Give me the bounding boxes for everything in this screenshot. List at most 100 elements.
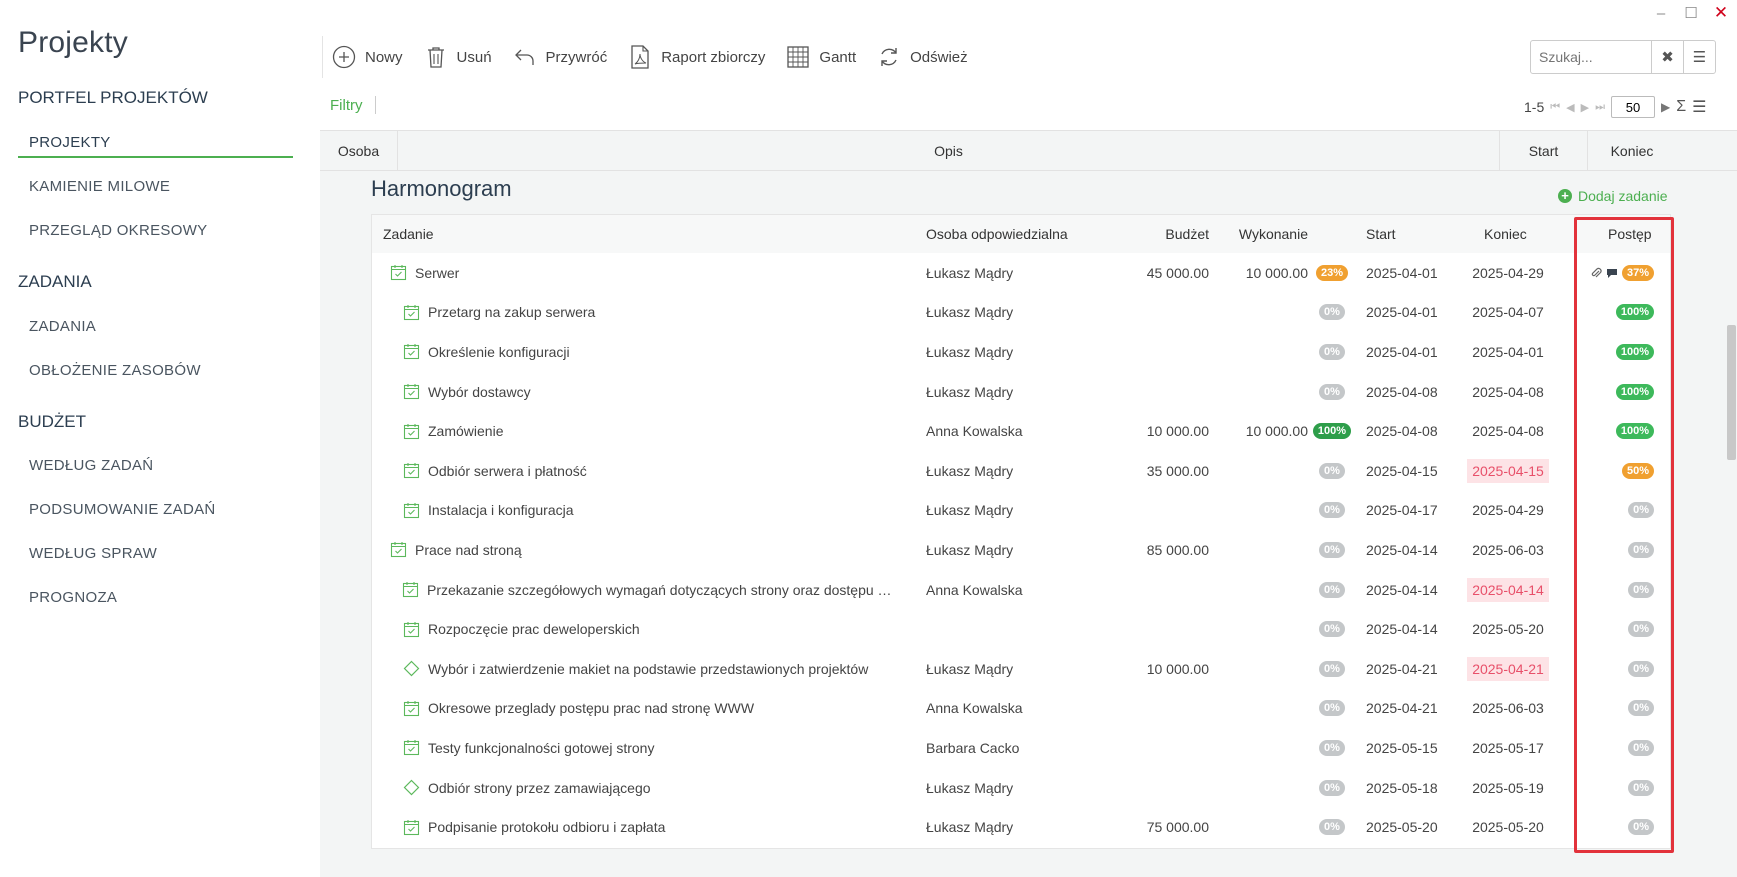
task-name-cell[interactable]: Okresowe przeglady postępu prac nad stro… — [402, 689, 754, 729]
comment-icon[interactable] — [1606, 267, 1618, 279]
page-size-input[interactable] — [1610, 96, 1655, 118]
budget-value — [1138, 372, 1209, 412]
col-task[interactable]: Zadanie — [383, 215, 434, 253]
minimize-icon[interactable]: – — [1653, 5, 1669, 22]
table-row[interactable]: Wybór i zatwierdzenie makiet na podstawi… — [372, 649, 1670, 689]
sidebar-item-task-summary[interactable]: PODSUMOWANIE ZADAŃ — [18, 495, 293, 525]
task-name-cell[interactable]: Instalacja i konfiguracja — [402, 491, 574, 531]
task-name-cell[interactable]: Podpisanie protokołu odbioru i zapłata — [402, 807, 665, 847]
budget-value: 10 000.00 — [1146, 660, 1209, 677]
sidebar-item-forecast[interactable]: PROGNOZA — [18, 583, 293, 613]
task-name-cell[interactable]: Zamówienie — [402, 411, 503, 451]
table-row[interactable]: Serwer Łukasz Mądry 45 000.00 10 000.00 23% 2… — [372, 253, 1670, 293]
summary-report-button[interactable]: Raport zbiorczy — [627, 44, 765, 70]
gantt-button[interactable]: Gantt — [785, 44, 856, 70]
col-person[interactable]: Osoba — [320, 131, 398, 171]
progress-cell: 0% — [1532, 728, 1654, 768]
task-name-cell[interactable]: Określenie konfiguracji — [402, 332, 570, 372]
delete-button[interactable]: Usuń — [423, 44, 492, 70]
calendar-check-icon — [402, 383, 420, 401]
task-name: Prace nad stroną — [415, 541, 522, 558]
pdf-file-icon — [627, 44, 653, 70]
budget-value: 85 000.00 — [1146, 541, 1209, 558]
table-row[interactable]: Określenie konfiguracji Łukasz Mądry 0% 202… — [372, 332, 1670, 372]
task-name-cell[interactable]: Testy funkcjonalności gotowej strony — [402, 728, 654, 768]
col-progress[interactable]: Postęp — [1608, 215, 1652, 253]
budget-value — [1138, 768, 1209, 808]
task-name-cell[interactable]: Prace nad stroną — [389, 530, 522, 570]
progress-badge: 0% — [1628, 660, 1654, 677]
task-name-cell[interactable]: Serwer — [389, 253, 459, 293]
close-icon[interactable]: ✕ — [1713, 3, 1729, 22]
refresh-button[interactable]: Odśwież — [876, 44, 968, 70]
harmonogram-header: Zadanie Osoba odpowiedzialna Budżet Wyko… — [372, 215, 1670, 253]
task-name: Określenie konfiguracji — [428, 343, 570, 360]
table-row[interactable]: Podpisanie protokołu odbioru i zapłata Łu… — [372, 807, 1670, 847]
col-end[interactable]: Koniec — [1484, 215, 1527, 253]
first-page-icon[interactable]: ⏮ — [1550, 101, 1560, 114]
execution-percent-badge: 0% — [1319, 779, 1345, 796]
task-name-cell[interactable]: Przekazanie szczegółowych wymagań dotycz… — [402, 570, 892, 610]
add-task-button[interactable]: + Dodaj zadanie — [1558, 188, 1668, 204]
task-name-cell[interactable]: Przetarg na zakup serwera — [402, 293, 595, 333]
task-name-cell[interactable]: Odbiór serwera i płatność — [402, 451, 587, 491]
add-circle-icon: + — [1558, 189, 1572, 203]
task-name-cell[interactable]: Wybór dostawcy — [402, 372, 531, 412]
col-execution[interactable]: Wykonanie — [1222, 215, 1308, 253]
sidebar-item-by-cases[interactable]: WEDŁUG SPRAW — [18, 539, 293, 569]
columns-menu-icon[interactable]: ☰ — [1692, 97, 1706, 117]
sidebar-item-milestones[interactable]: KAMIENIE MILOWE — [18, 172, 293, 202]
filters-link[interactable]: Filtry — [330, 97, 363, 114]
prev-page-icon[interactable]: ◀ — [1566, 101, 1574, 114]
last-page-icon[interactable]: ⏭ — [1595, 101, 1605, 114]
clear-search-icon[interactable]: ✖ — [1651, 41, 1683, 73]
sum-icon[interactable]: Σ — [1676, 98, 1686, 116]
sidebar-item-tasks[interactable]: ZADANIA — [18, 312, 293, 342]
maximize-icon[interactable]: ☐ — [1683, 5, 1699, 22]
vertical-scrollbar[interactable] — [1727, 325, 1736, 460]
budget-value: 75 000.00 — [1146, 819, 1209, 836]
progress-cell: 37% — [1532, 253, 1654, 293]
table-row[interactable]: Odbiór serwera i płatność Łukasz Mądry 35 … — [372, 451, 1670, 491]
execution-percent-badge: 0% — [1319, 621, 1345, 638]
col-end[interactable]: Koniec — [1588, 131, 1676, 171]
task-name-cell[interactable]: Odbiór strony przez zamawiającego — [402, 768, 651, 808]
table-row[interactable]: Rozpoczęcie prac deweloperskich 0% 2025-04… — [372, 609, 1670, 649]
sidebar-item-resource-load[interactable]: OBŁOŻENIE ZASOBÓW — [18, 356, 293, 386]
table-row[interactable]: Zamówienie Anna Kowalska 10 000.00 10 000.0… — [372, 411, 1670, 451]
execution-percent-cell: 0% — [1310, 293, 1354, 333]
task-name: Rozpoczęcie prac deweloperskich — [428, 621, 640, 638]
toolbar: Nowy Usuń Przywróć Raport zbiorczy Gantt… — [322, 36, 988, 78]
table-row[interactable]: Przetarg na zakup serwera Łukasz Mądry 0% 2… — [372, 293, 1670, 333]
progress-cell: 100% — [1532, 293, 1654, 333]
col-start[interactable]: Start — [1500, 131, 1588, 171]
table-row[interactable]: Prace nad stroną Łukasz Mądry 85 000.00 0% 2… — [372, 530, 1670, 570]
task-name-cell[interactable]: Wybór i zatwierdzenie makiet na podstawi… — [402, 649, 868, 689]
sidebar-item-periodic-review[interactable]: PRZEGLĄD OKRESOWY — [18, 216, 293, 246]
task-name-cell[interactable]: Rozpoczęcie prac deweloperskich — [402, 609, 640, 649]
start-date: 2025-04-01 — [1366, 343, 1438, 360]
responsible-person: Anna Kowalska — [926, 581, 1023, 598]
paperclip-icon[interactable] — [1590, 267, 1602, 279]
menu-icon[interactable]: ☰ — [1683, 41, 1715, 73]
execution-value — [1222, 332, 1308, 372]
restore-button[interactable]: Przywróć — [512, 44, 607, 70]
col-budget[interactable]: Budżet — [1138, 215, 1209, 253]
table-row[interactable]: Odbiór strony przez zamawiającego Łukasz … — [372, 768, 1670, 808]
sidebar-item-projects[interactable]: PROJEKTY — [18, 128, 293, 158]
go-icon[interactable]: ▶ — [1661, 100, 1670, 114]
new-button[interactable]: Nowy — [331, 44, 403, 70]
col-description[interactable]: Opis — [398, 131, 1500, 171]
sidebar-item-by-tasks[interactable]: WEDŁUG ZADAŃ — [18, 451, 293, 481]
table-row[interactable]: Przekazanie szczegółowych wymagań dotycz… — [372, 570, 1670, 610]
table-row[interactable]: Wybór dostawcy Łukasz Mądry 0% 2025-04-08 20… — [372, 372, 1670, 412]
next-page-icon[interactable]: ▶ — [1581, 101, 1589, 114]
table-row[interactable]: Okresowe przeglady postępu prac nad stro… — [372, 689, 1670, 729]
table-row[interactable]: Testy funkcjonalności gotowej strony Barb… — [372, 728, 1670, 768]
task-name: Podpisanie protokołu odbioru i zapłata — [428, 819, 666, 836]
budget-value — [1138, 332, 1209, 372]
table-row[interactable]: Instalacja i konfiguracja Łukasz Mądry 0% 2… — [372, 491, 1670, 531]
search-input[interactable] — [1531, 41, 1651, 73]
col-start[interactable]: Start — [1366, 215, 1396, 253]
col-responsible[interactable]: Osoba odpowiedzialna — [926, 215, 1068, 253]
